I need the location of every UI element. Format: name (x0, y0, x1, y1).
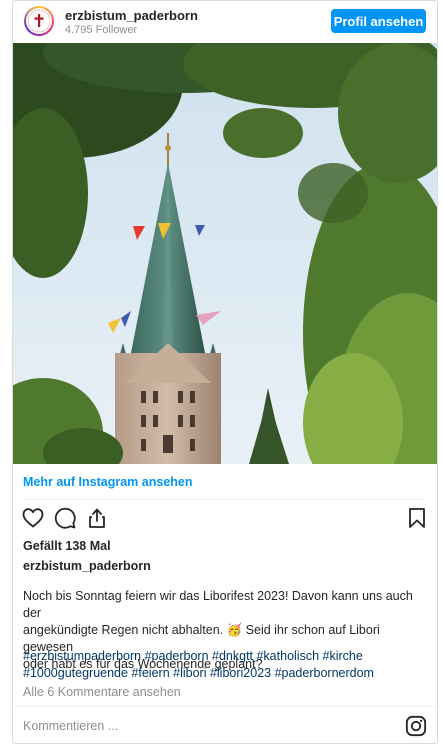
header-username[interactable]: erzbistum_paderborn (65, 8, 198, 23)
post-image[interactable] (13, 43, 437, 464)
share-icon[interactable] (85, 506, 109, 530)
cross-logo-icon (27, 9, 51, 33)
view-profile-button[interactable]: Profil ansehen (331, 9, 426, 33)
view-all-comments-link[interactable]: Alle 6 Kommentare ansehen (23, 685, 181, 699)
caption-line: Noch bis Sonntag feiern wir das Liborife… (23, 589, 413, 620)
divider (23, 499, 425, 500)
more-on-instagram-link[interactable]: Mehr auf Instagram ansehen (23, 475, 193, 489)
cathedral-photo (13, 43, 437, 464)
follower-count: 4.795 Follower (65, 24, 138, 36)
action-bar (13, 506, 437, 532)
comment-bar (13, 706, 437, 743)
avatar[interactable] (24, 6, 54, 36)
hashtags: #erzbistumpaderborn #paderborn #dnkgtt #… (23, 648, 427, 682)
instagram-embed-card: erzbistum_paderborn 4.795 Follower Profi… (12, 0, 438, 744)
comment-bubble-icon[interactable] (53, 506, 77, 530)
hashtag-line[interactable]: #erzbistumpaderborn #paderborn #dnkgtt #… (23, 648, 427, 665)
post-header: erzbistum_paderborn 4.795 Follower Profi… (13, 1, 437, 43)
heart-icon[interactable] (21, 506, 45, 530)
hashtag-line[interactable]: #1000gutegruende #feiern #libori #libori… (23, 665, 427, 682)
like-count[interactable]: Gefällt 138 Mal (23, 539, 111, 553)
instagram-logo-icon[interactable] (405, 715, 427, 737)
bookmark-icon[interactable] (405, 506, 429, 530)
comment-input[interactable] (23, 716, 363, 736)
caption-author[interactable]: erzbistum_paderborn (23, 559, 151, 573)
